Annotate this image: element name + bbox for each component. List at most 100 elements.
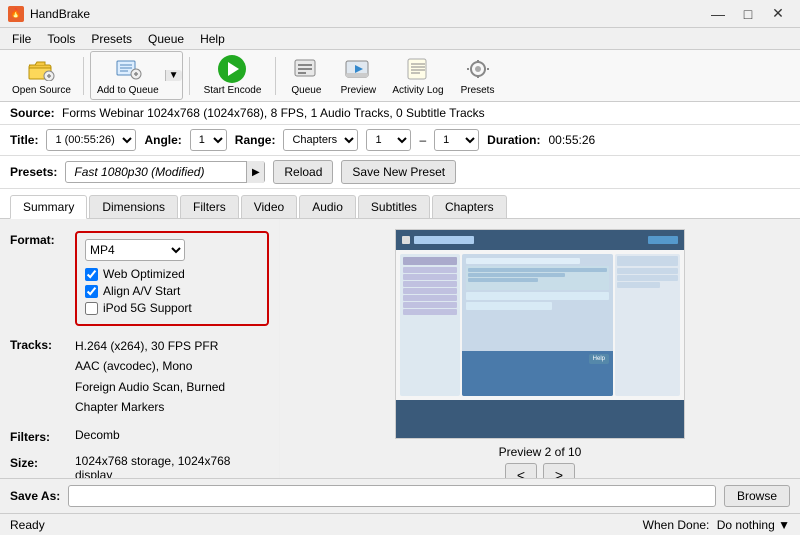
- app-window: 🔥 HandBrake — □ ✕ File Tools Presets Que…: [0, 0, 800, 535]
- range-from-select[interactable]: 1: [366, 129, 411, 151]
- add-to-queue-icon: [114, 55, 142, 83]
- title-bar-controls: — □ ✕: [704, 4, 792, 24]
- web-optimized-label: Web Optimized: [103, 267, 185, 281]
- format-label: Format:: [10, 231, 75, 247]
- open-source-label: Open Source: [12, 85, 71, 96]
- activity-log-label: Activity Log: [392, 85, 443, 96]
- when-done-label: When Done:: [643, 518, 710, 532]
- menu-file[interactable]: File: [4, 30, 39, 48]
- align-av-label: Align A/V Start: [103, 284, 180, 298]
- preview-sidebar: [400, 254, 460, 396]
- left-panel: Format: MP4 MKV Web Optimize: [0, 219, 280, 504]
- tab-video[interactable]: Video: [241, 195, 297, 218]
- range-separator: –: [419, 133, 426, 147]
- preview-button[interactable]: Preview: [334, 52, 382, 99]
- ipod-label: iPod 5G Support: [103, 301, 192, 315]
- preview-label: Preview: [341, 85, 377, 96]
- add-to-queue-label: Add to Queue: [97, 85, 159, 96]
- angle-label: Angle:: [144, 133, 181, 147]
- preview-header-dot-2: [414, 236, 474, 244]
- menu-tools[interactable]: Tools: [39, 30, 83, 48]
- preview-right-sidebar: [615, 254, 680, 396]
- preset-arrow-button[interactable]: ▶: [246, 161, 264, 183]
- status-right: When Done: Do nothing ▼: [643, 518, 790, 532]
- preview-label: Preview 2 of 10: [499, 445, 582, 459]
- align-av-checkbox[interactable]: [85, 285, 98, 298]
- presets-toolbar-button[interactable]: Presets: [454, 52, 502, 99]
- title-select[interactable]: 1 (00:55:26): [46, 129, 136, 151]
- track-item-3: Chapter Markers: [75, 397, 269, 417]
- open-source-icon: [27, 55, 55, 83]
- status-left: Ready: [10, 518, 45, 532]
- range-type-select[interactable]: Chapters: [283, 129, 358, 151]
- preview-icon: [344, 55, 372, 83]
- save-label: Save As:: [10, 489, 60, 503]
- duration-value: 00:55:26: [548, 133, 595, 147]
- queue-label: Queue: [291, 85, 321, 96]
- track-item-1: AAC (avcodec), Mono: [75, 356, 269, 376]
- title-label: Title:: [10, 133, 38, 147]
- tab-audio[interactable]: Audio: [299, 195, 356, 218]
- tracks-label: Tracks:: [10, 336, 75, 352]
- preview-main-area: Help: [462, 254, 613, 396]
- range-to-select[interactable]: 1: [434, 129, 479, 151]
- presets-toolbar-label: Presets: [461, 85, 495, 96]
- menu-help[interactable]: Help: [192, 30, 233, 48]
- toolbar-separator-3: [275, 57, 276, 95]
- start-encode-icon: [218, 55, 246, 83]
- toolbar-separator-1: [83, 57, 84, 95]
- menu-queue[interactable]: Queue: [140, 30, 192, 48]
- preview-header-dot-3: [648, 236, 678, 244]
- format-select[interactable]: MP4 MKV: [85, 239, 185, 261]
- web-optimized-row: Web Optimized: [85, 267, 259, 281]
- activity-log-button[interactable]: Activity Log: [386, 52, 449, 99]
- track-item-2: Foreign Audio Scan, Burned: [75, 377, 269, 397]
- tab-subtitles[interactable]: Subtitles: [358, 195, 430, 218]
- open-source-button[interactable]: Open Source: [6, 52, 77, 99]
- preview-footer-bar: [396, 400, 684, 439]
- tabs-row: Summary Dimensions Filters Video Audio S…: [0, 189, 800, 219]
- angle-select[interactable]: 1: [190, 129, 227, 151]
- maximize-button[interactable]: □: [734, 4, 762, 24]
- when-done-text: Do nothing: [717, 518, 775, 532]
- start-encode-label: Start Encode: [204, 85, 262, 96]
- browse-button[interactable]: Browse: [724, 485, 790, 507]
- right-panel: Help: [280, 219, 800, 504]
- reload-button[interactable]: Reload: [273, 160, 333, 184]
- app-title: HandBrake: [30, 7, 90, 21]
- save-new-preset-button[interactable]: Save New Preset: [341, 160, 456, 184]
- close-button[interactable]: ✕: [764, 4, 792, 24]
- preview-blue-bar: Help: [462, 351, 613, 396]
- tab-chapters[interactable]: Chapters: [432, 195, 507, 218]
- queue-icon: [292, 55, 320, 83]
- add-to-queue-dropdown[interactable]: ▼: [165, 70, 182, 81]
- queue-button[interactable]: Queue: [282, 52, 330, 99]
- status-bar: Ready When Done: Do nothing ▼: [0, 513, 800, 535]
- tab-dimensions[interactable]: Dimensions: [89, 195, 178, 218]
- format-box: MP4 MKV Web Optimized Align A/V Start: [75, 231, 269, 326]
- add-to-queue-button[interactable]: Add to Queue: [91, 52, 165, 99]
- when-done-value[interactable]: Do nothing ▼: [717, 518, 790, 532]
- ipod-row: iPod 5G Support: [85, 301, 259, 315]
- tracks-row: Tracks: H.264 (x264), 30 FPS PFR AAC (av…: [10, 336, 269, 418]
- title-bar-left: 🔥 HandBrake: [8, 6, 90, 22]
- save-as-input[interactable]: [68, 485, 716, 507]
- menu-presets[interactable]: Presets: [83, 30, 140, 48]
- activity-log-icon: [404, 55, 432, 83]
- preset-field: Fast 1080p30 (Modified) ▶: [65, 161, 265, 183]
- duration-label: Duration:: [487, 133, 540, 147]
- play-triangle: [228, 62, 239, 76]
- tab-filters[interactable]: Filters: [180, 195, 239, 218]
- ipod-checkbox[interactable]: [85, 302, 98, 315]
- presets-label: Presets:: [10, 165, 57, 179]
- tab-summary[interactable]: Summary: [10, 195, 87, 219]
- preset-value: Fast 1080p30 (Modified): [66, 165, 246, 179]
- format-select-row: MP4 MKV: [85, 239, 259, 261]
- filters-row: Filters: Decomb: [10, 428, 269, 444]
- minimize-button[interactable]: —: [704, 4, 732, 24]
- web-optimized-checkbox[interactable]: [85, 268, 98, 281]
- format-value: MP4 MKV Web Optimized Align A/V Start: [75, 231, 269, 326]
- range-label: Range:: [235, 133, 276, 147]
- save-row: Save As: Browse: [0, 478, 800, 513]
- start-encode-button[interactable]: Start Encode: [196, 52, 270, 99]
